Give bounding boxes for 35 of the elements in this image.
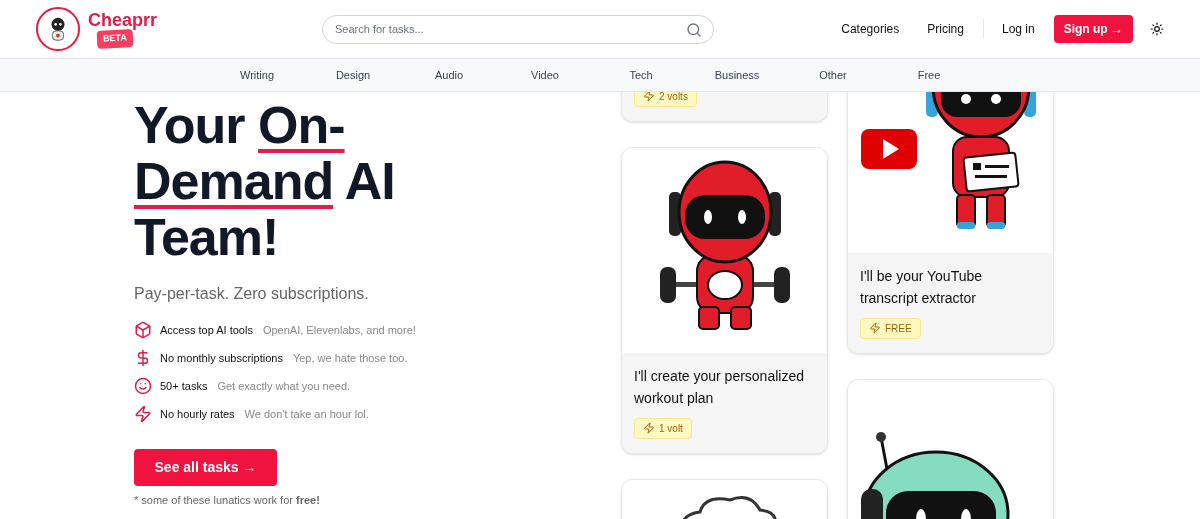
- nav-link[interactable]: Categories: [841, 20, 900, 38]
- search-field[interactable]: Search for tasks...: [322, 14, 715, 44]
- feature-note: Get exactly what you need.: [217, 378, 351, 394]
- footnote: * some of these lunatics work for free!: [134, 493, 321, 508]
- nav-link[interactable]: Pricing: [927, 20, 964, 38]
- category-link[interactable]: Audio: [401, 66, 497, 84]
- category-link[interactable]: Tech: [593, 66, 689, 84]
- feature-title: Access top AI tools: [160, 322, 253, 338]
- price-badge: 2 volts: [634, 92, 697, 107]
- category-link[interactable]: Other: [785, 66, 881, 84]
- beta-badge: BETA: [96, 29, 134, 49]
- login-link[interactable]: Log in: [1001, 20, 1035, 38]
- price-badge: 1 volt: [634, 417, 692, 439]
- price-badge: FREE: [860, 317, 921, 339]
- hero-tagline: Pay-per-task. Zero subscriptions.: [134, 284, 370, 304]
- brand-name[interactable]: Cheaprr: [88, 10, 158, 31]
- category-link[interactable]: Business: [689, 66, 785, 84]
- feature-note: We don't take an hour lol.: [244, 406, 369, 422]
- hero-headline: Your On-Demand AI Team!: [134, 97, 396, 265]
- feature-note: Yep, we hate those too.: [292, 350, 408, 366]
- task-card[interactable]: I'll be your YouTube transcript extractor FREE: [847, 92, 1054, 354]
- category-link[interactable]: Writing: [209, 66, 305, 84]
- feature-title: No monthly subscriptions: [160, 350, 283, 366]
- see-all-tasks-button[interactable]: See all tasks →: [134, 449, 277, 486]
- category-link[interactable]: Free: [881, 66, 977, 84]
- task-title: I'll be your YouTube transcript extractor: [860, 267, 984, 308]
- task-title: I'll create your personalized workout plan: [634, 367, 805, 408]
- task-card[interactable]: 2 volts: [621, 92, 828, 122]
- feature-title: No hourly rates: [160, 406, 235, 422]
- category-link[interactable]: Design: [305, 66, 401, 84]
- signup-button[interactable]: Sign up →: [1053, 15, 1133, 43]
- task-card[interactable]: I'll create your personalized workout plan 1 volt: [621, 147, 828, 454]
- category-link[interactable]: Video: [497, 66, 593, 84]
- feature-title: 50+ tasks: [160, 378, 208, 394]
- feature-note: OpenAI, Elevenlabs, and more!: [262, 322, 416, 338]
